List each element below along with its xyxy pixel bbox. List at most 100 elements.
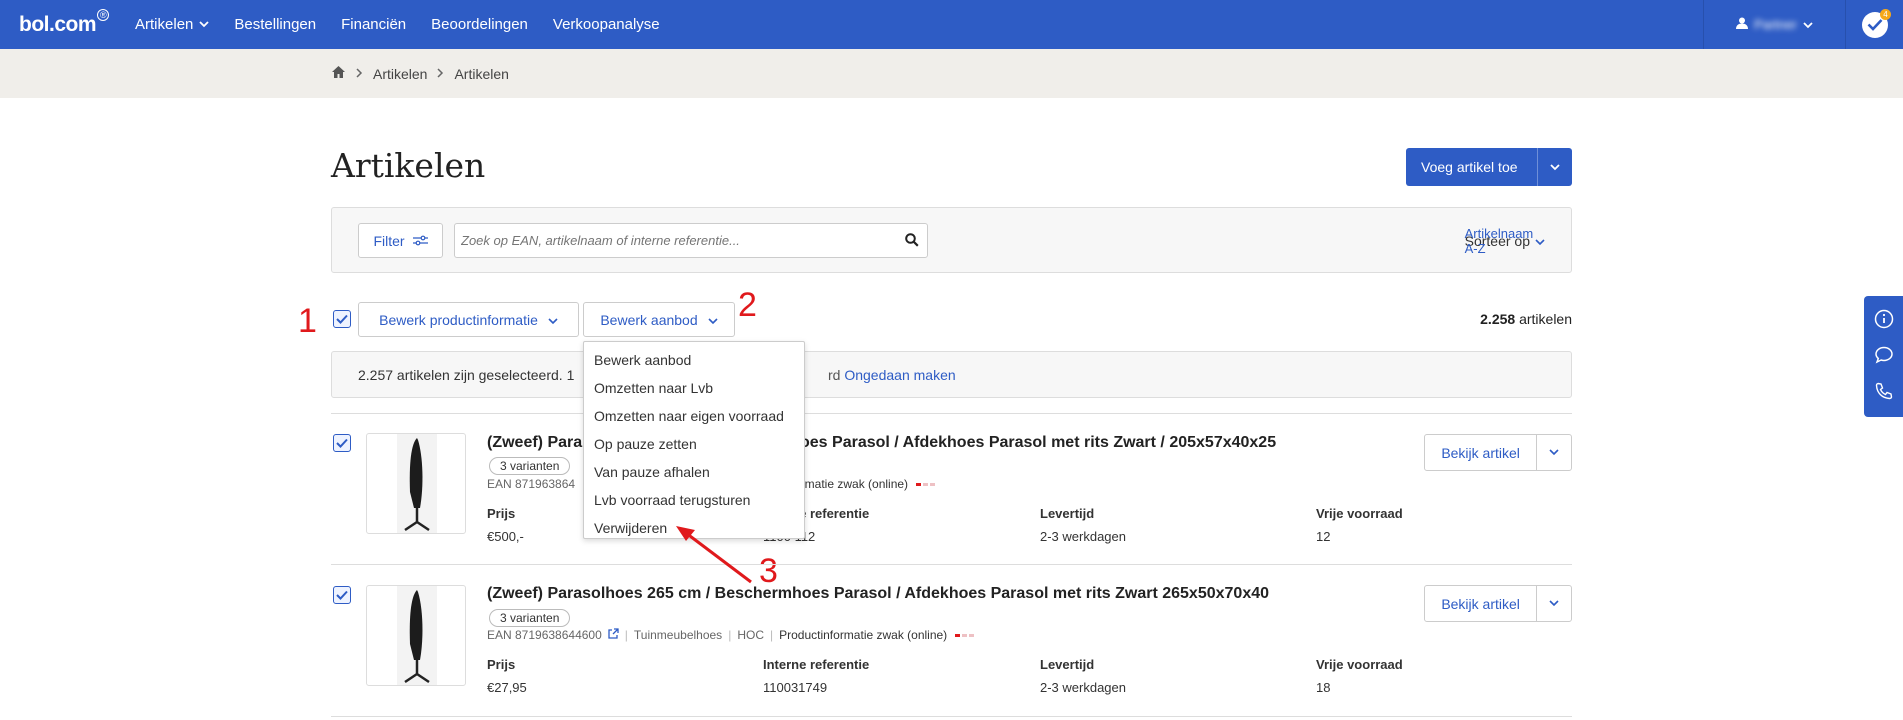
- top-navbar: bol.com ® Artikelen Bestellingen Financi…: [0, 0, 1903, 49]
- product-checkbox[interactable]: [333, 434, 351, 452]
- sliders-icon: [412, 233, 428, 249]
- checkmark-icon: [336, 314, 348, 324]
- sort-control[interactable]: Sorteer op Artikelnaam A-Z: [1465, 226, 1545, 256]
- product-thumbnail[interactable]: [366, 433, 466, 534]
- variants-badge[interactable]: 3 varianten: [489, 457, 571, 475]
- user-name: Partner: [1754, 17, 1797, 32]
- view-article-label[interactable]: Bekijk artikel: [1425, 596, 1536, 612]
- view-article-button[interactable]: Bekijk artikel: [1424, 434, 1572, 471]
- bol-logo[interactable]: bol.com ®: [19, 8, 110, 37]
- selection-notice-tail: rd Ongedaan maken: [828, 367, 956, 383]
- chevron-down-icon[interactable]: [1536, 586, 1571, 621]
- delivery-value: 2-3 werkdagen: [1040, 529, 1126, 544]
- delivery-label: Levertijd: [1040, 506, 1095, 521]
- edit-product-info-label: Bewerk productinformatie: [379, 311, 538, 328]
- external-link-icon[interactable]: [608, 628, 619, 642]
- undo-link[interactable]: Ongedaan maken: [844, 367, 955, 383]
- user-menu[interactable]: Partner: [1703, 0, 1846, 49]
- product-title[interactable]: (Zweef) Para: [487, 434, 582, 452]
- stock-label: Vrije voorraad: [1316, 657, 1403, 672]
- menu-item-omzetten-naar-eigen-voorraad[interactable]: Omzetten naar eigen voorraad: [584, 402, 804, 430]
- ean-text: EAN 8719638644600: [487, 628, 602, 642]
- registered-mark: ®: [97, 8, 110, 21]
- logo-text: bol.com: [19, 12, 97, 36]
- product-thumbnail[interactable]: [366, 585, 466, 686]
- nav-item-label: Financiën: [341, 16, 407, 33]
- stock-value: 12: [1316, 529, 1331, 544]
- parasol-cover-image: [397, 586, 437, 685]
- search-input[interactable]: [455, 224, 885, 257]
- checkmark-icon: [336, 590, 348, 600]
- nav-item-beoordelingen[interactable]: Beoordelingen: [431, 16, 528, 33]
- delivery-label: Levertijd: [1040, 657, 1095, 672]
- nav-item-bestellingen[interactable]: Bestellingen: [234, 16, 316, 33]
- menu-item-op-pauze-zetten[interactable]: Op pauze zetten: [584, 430, 804, 458]
- filter-label: Filter: [373, 232, 405, 249]
- annotation-1: 1: [298, 302, 317, 340]
- product-checkbox[interactable]: [333, 586, 351, 604]
- sort-value[interactable]: Artikelnaam A-Z: [1465, 226, 1545, 256]
- nav-item-label: Bestellingen: [234, 16, 317, 33]
- view-article-button[interactable]: Bekijk artikel: [1424, 585, 1572, 622]
- menu-item-verwijderen[interactable]: Verwijderen: [584, 514, 804, 542]
- checkmark-icon: [336, 438, 348, 448]
- info-icon[interactable]: [1874, 309, 1894, 332]
- menu-item-van-pauze-afhalen[interactable]: Van pauze afhalen: [584, 458, 804, 486]
- price-value: €500,-: [487, 529, 524, 544]
- product-title-right[interactable]: oes Parasol / Afdekhoes Parasol met rits…: [800, 434, 1276, 452]
- nav-item-label: Verkoopanalyse: [552, 16, 660, 33]
- breadcrumb: Artikelen Artikelen: [331, 65, 509, 82]
- help-sidebar: [1864, 296, 1903, 417]
- price-label: Prijs: [487, 657, 516, 672]
- product-meta: EAN 871963864: [487, 477, 575, 491]
- category-text: Tuinmeubelhoes: [633, 628, 723, 642]
- menu-item-lvb-voorraad-terugsturen[interactable]: Lvb voorraad terugsturen: [584, 486, 804, 514]
- quality-indicator: [916, 482, 936, 486]
- annotation-2: 2: [738, 286, 757, 324]
- chat-icon[interactable]: [1874, 345, 1894, 368]
- edit-product-info-button[interactable]: Bewerk productinformatie: [358, 302, 579, 337]
- topbar-right: Partner 4: [1703, 0, 1903, 49]
- breadcrumb-item[interactable]: Artikelen: [373, 66, 427, 82]
- edit-offer-dropdown-menu: Bewerk aanbod Omzetten naar Lvb Omzetten…: [583, 341, 805, 539]
- tasks-button[interactable]: 4: [1846, 0, 1903, 49]
- view-article-label[interactable]: Bekijk artikel: [1425, 445, 1536, 461]
- reference-value: 110031749: [763, 680, 828, 695]
- nav-item-financien[interactable]: Financiën: [341, 16, 406, 33]
- chevron-down-icon[interactable]: [1537, 148, 1572, 186]
- nav-item-label: Artikelen: [135, 16, 194, 33]
- nav-item-verkoopanalyse[interactable]: Verkoopanalyse: [553, 16, 660, 33]
- select-all-checkbox[interactable]: [333, 310, 351, 328]
- search-icon[interactable]: [905, 233, 919, 250]
- add-article-label[interactable]: Voeg artikel toe: [1406, 159, 1537, 175]
- product-title[interactable]: (Zweef) Parasolhoes 265 cm / Beschermhoe…: [487, 585, 1269, 603]
- chevron-down-icon: [199, 19, 210, 31]
- parasol-cover-image: [397, 434, 437, 533]
- selection-tail-text: rd: [828, 367, 841, 383]
- brand-text: HOC: [737, 628, 764, 642]
- notification-badge: 4: [1880, 9, 1891, 20]
- menu-item-bewerk-aanbod[interactable]: Bewerk aanbod: [584, 346, 804, 374]
- selection-notice: 2.257 artikelen zijn geselecteerd. 1 rd …: [331, 351, 1572, 398]
- user-icon: [1736, 17, 1749, 32]
- separator: |: [624, 628, 628, 642]
- divider: [331, 716, 1572, 717]
- edit-offer-button[interactable]: Bewerk aanbod: [583, 302, 735, 337]
- variants-badge[interactable]: 3 varianten: [489, 609, 571, 627]
- chevron-down-icon: [708, 312, 718, 328]
- menu-item-omzetten-naar-lvb[interactable]: Omzetten naar Lvb: [584, 374, 804, 402]
- product-meta: EAN 8719638644600 | Tuinmeubelhoes | HOC…: [487, 628, 975, 642]
- article-count-label: artikelen: [1519, 311, 1572, 327]
- article-count-value: 2.258: [1480, 311, 1516, 327]
- phone-icon[interactable]: [1874, 381, 1894, 404]
- filter-button[interactable]: Filter: [358, 223, 443, 258]
- filter-bar: Filter Sorteer op Artikelnaam A-Z: [331, 207, 1572, 273]
- chevron-down-icon: [548, 312, 558, 328]
- divider: [331, 413, 1572, 414]
- chevron-down-icon[interactable]: [1536, 435, 1571, 470]
- home-icon[interactable]: [331, 65, 346, 82]
- add-article-button[interactable]: Voeg artikel toe: [1406, 148, 1572, 186]
- chevron-right-icon: [356, 67, 363, 81]
- reference-label: Interne referentie: [763, 657, 870, 672]
- nav-item-artikelen[interactable]: Artikelen: [135, 16, 210, 33]
